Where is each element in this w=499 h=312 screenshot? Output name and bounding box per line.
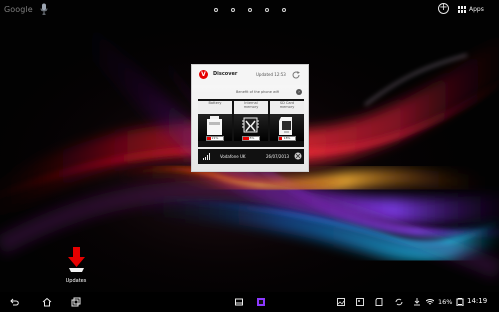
sd-card-memory-metric[interactable]: SD Card memory 18% (270, 99, 304, 147)
plus-circle-icon[interactable]: + (438, 3, 449, 14)
home-icon[interactable] (42, 297, 52, 307)
gallery-icon (356, 298, 364, 306)
wifi-icon (426, 299, 434, 305)
sync-icon (395, 298, 403, 306)
google-search-widget[interactable]: Google (4, 1, 62, 17)
internal-memory-icon-box: 35% (234, 114, 268, 141)
page-dot (214, 8, 218, 12)
window-icon[interactable] (235, 298, 243, 306)
page-dot (231, 8, 235, 12)
benefit-link[interactable]: Benefit of the phone wifi (236, 90, 304, 97)
page-dot (248, 8, 252, 12)
arrow-right-icon[interactable]: › (296, 89, 302, 95)
close-circle-icon[interactable] (294, 152, 302, 160)
internal-memory-label: Internal memory (234, 101, 268, 114)
refresh-icon[interactable] (291, 70, 301, 80)
system-navigation-bar: 16% 14:19 (0, 292, 499, 312)
battery-usage: 21% (206, 136, 224, 141)
android-home-screen: Google + Apps V Discover Updated 12:53 B… (0, 0, 499, 312)
signal-bars-icon (203, 153, 210, 160)
battery-icon (207, 116, 222, 135)
vodafone-logo-icon: V (199, 70, 208, 79)
image-icon (337, 298, 345, 306)
operator-name: Vodafone UK (220, 154, 246, 159)
internal-memory-usage: 35% (242, 136, 260, 141)
battery-metric[interactable]: Battery 21% (198, 99, 232, 147)
sd-card-status-icon (375, 298, 383, 306)
apps-button[interactable]: Apps (458, 4, 484, 14)
download-status-icon (414, 298, 420, 306)
sd-card-icon-box: 18% (270, 114, 304, 141)
battery-label: Battery (198, 101, 232, 114)
internal-memory-metric[interactable]: Internal memory 35% (234, 99, 268, 147)
battery-percent: 16% (438, 298, 453, 306)
launcher-top-bar: Google + Apps (0, 0, 499, 18)
sd-card-icon (279, 117, 292, 135)
clock: 14:19 (467, 297, 488, 305)
homescreen-page-indicator (214, 5, 286, 15)
microphone-icon[interactable] (40, 3, 48, 15)
device-metrics-panel: Battery 21% Internal memory 35% SD Card … (198, 99, 304, 147)
download-arrow-icon (68, 247, 85, 272)
widget-updated-time: Updated 12:53 (256, 72, 286, 77)
sd-card-memory-usage: 18% (278, 136, 296, 141)
recent-apps-icon[interactable] (71, 297, 81, 307)
page-dot (282, 8, 286, 12)
page-dot (265, 8, 269, 12)
apps-label: Apps (469, 5, 484, 13)
back-icon[interactable] (10, 297, 20, 307)
widget-date: 26/07/2013 (266, 154, 290, 159)
apps-grid-icon (458, 5, 466, 13)
google-search-label: Google (4, 4, 33, 14)
operator-row: Vodafone UK 26/07/2013 (198, 149, 304, 164)
updates-label: Updates (65, 278, 87, 284)
sd-card-memory-label: SD Card memory (270, 101, 304, 114)
purple-app-icon[interactable] (257, 298, 265, 306)
battery-status-icon (456, 298, 464, 306)
widget-header: V Discover Updated 12:53 (192, 65, 308, 85)
vodafone-discover-widget[interactable]: V Discover Updated 12:53 Benefit of the … (191, 64, 309, 172)
updates-shortcut[interactable]: Updates (66, 247, 86, 289)
widget-title: Discover (213, 71, 238, 77)
internal-memory-icon (242, 117, 259, 133)
battery-icon-box: 21% (198, 114, 232, 141)
